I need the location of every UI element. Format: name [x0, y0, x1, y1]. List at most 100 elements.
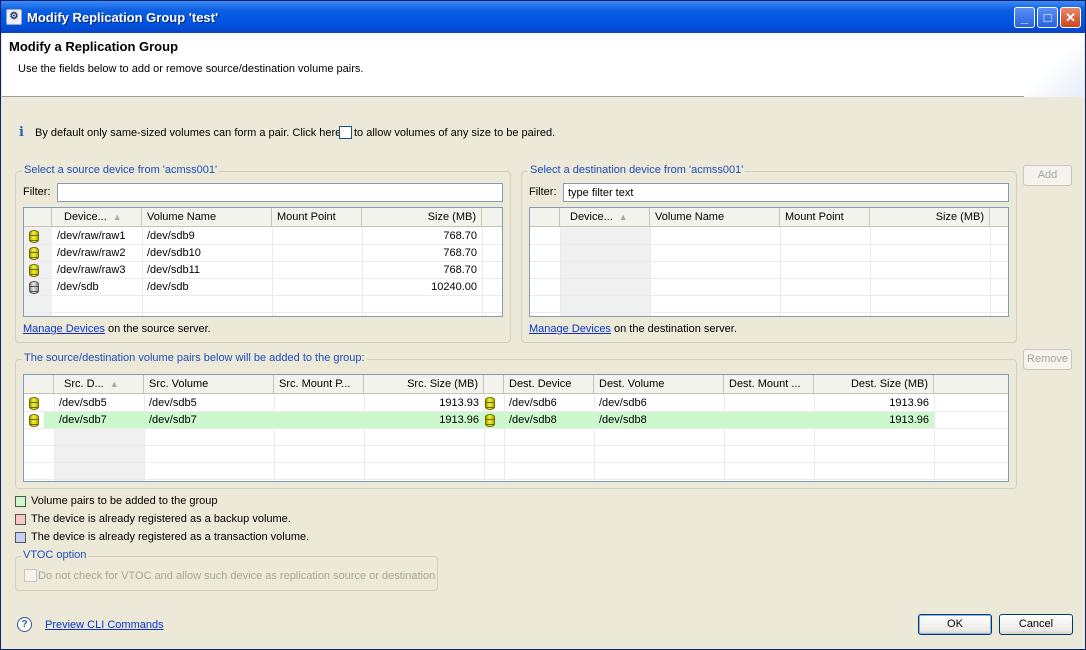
legend-swatch-red	[15, 514, 26, 525]
cell-size: 10240.00	[431, 281, 477, 293]
cell-size: 768.70	[443, 230, 477, 242]
cell-dest-device: /dev/sdb8	[509, 414, 557, 426]
volume-pairs-group: The source/destination volume pairs belo…	[15, 352, 1017, 489]
col-mount-header[interactable]: Mount Point	[780, 208, 870, 227]
cell-src-volume: /dev/sdb7	[149, 414, 197, 426]
source-manage-note: Manage Devices on the source server.	[23, 323, 211, 335]
col-dest-size-header[interactable]: Dest. Size (MB)	[814, 375, 934, 394]
preview-cli-commands-link[interactable]: Preview CLI Commands	[45, 619, 164, 631]
cell-volume: /dev/sdb11	[147, 264, 201, 276]
table-row	[530, 262, 1008, 279]
cell-device: /dev/raw/raw2	[57, 247, 126, 259]
pairs-group-label: The source/destination volume pairs belo…	[22, 352, 367, 364]
dest-database-icon	[485, 397, 495, 410]
table-row[interactable]: /dev/raw/raw2 /dev/sdb10 768.70	[24, 245, 502, 262]
banner-decoration	[1024, 41, 1084, 97]
cell-dest-size: 1913.96	[889, 414, 929, 426]
page-description: Use the fields below to add or remove so…	[18, 63, 364, 75]
dialog-window: ⚙ Modify Replication Group 'test' _ □ ✕ …	[0, 0, 1086, 650]
col-volume-header[interactable]: Volume Name	[142, 208, 272, 227]
col-mount-header[interactable]: Mount Point	[272, 208, 362, 227]
cell-dest-size: 1913.96	[889, 397, 929, 409]
source-filter-label: Filter:	[23, 186, 51, 198]
sort-up-icon: ▲	[109, 379, 119, 389]
page-title: Modify a Replication Group	[9, 39, 179, 54]
col-src-mount-header[interactable]: Src. Mount P...	[274, 375, 364, 394]
info-text-before: By default only same-sized volumes can f…	[35, 127, 342, 139]
table-row[interactable]: /dev/raw/raw1 /dev/sdb9 768.70	[24, 228, 502, 245]
cell-src-device: /dev/sdb5	[59, 397, 107, 409]
close-button[interactable]: ✕	[1060, 7, 1081, 28]
remove-button[interactable]: Remove	[1023, 349, 1072, 370]
cell-src-size: 1913.93	[439, 397, 479, 409]
sort-up-icon: ▲	[112, 212, 122, 222]
cell-mount	[272, 279, 362, 296]
col-size-header[interactable]: Size (MB)	[362, 208, 482, 227]
header-banner: Modify a Replication Group Use the field…	[2, 33, 1084, 97]
app-icon: ⚙	[6, 9, 22, 25]
cell-volume: /dev/sdb10	[147, 247, 201, 259]
destination-filter-input[interactable]	[563, 183, 1009, 202]
col-device-header[interactable]: Device... ▲	[52, 208, 142, 227]
help-icon[interactable]: ?	[17, 617, 32, 632]
cell-dest-volume: /dev/sdb6	[599, 397, 647, 409]
col-dest-device-header[interactable]: Dest. Device	[504, 375, 594, 394]
vtoc-option-group: VTOC option Do not check for VTOC and al…	[15, 549, 438, 591]
table-row	[530, 296, 1008, 313]
destination-filter-label: Filter:	[529, 186, 557, 198]
cell-size: 768.70	[443, 247, 477, 259]
cell-device: /dev/raw/raw3	[57, 264, 126, 276]
col-src-device-header[interactable]: Src. D... ▲	[54, 375, 144, 394]
destination-device-table: Device... ▲ Volume Name Mount Point Size …	[529, 207, 1009, 317]
cell-src-mount	[274, 412, 364, 429]
col-device-header[interactable]: Device... ▲	[560, 208, 650, 227]
col-dest-mount-header[interactable]: Dest. Mount ...	[724, 375, 814, 394]
source-device-table: Device... ▲ Volume Name Mount Point Size …	[23, 207, 503, 317]
destination-manage-suffix: on the destination server.	[614, 323, 737, 335]
table-row[interactable]: /dev/raw/raw3 /dev/sdb11 768.70	[24, 262, 502, 279]
info-text-after: to allow volumes of any size to be paire…	[354, 127, 556, 139]
title-bar: ⚙ Modify Replication Group 'test' _ □ ✕	[1, 1, 1085, 33]
table-row	[24, 429, 1008, 446]
source-table-header: Device... ▲ Volume Name Mount Point Size …	[24, 208, 502, 227]
cancel-button[interactable]: Cancel	[999, 614, 1073, 635]
icon-column-header	[530, 208, 560, 227]
cell-dest-mount	[724, 412, 814, 429]
vtoc-checkbox[interactable]	[24, 569, 37, 582]
source-filter-input[interactable]	[57, 183, 503, 202]
minimize-button[interactable]: _	[1014, 7, 1035, 28]
cell-src-size: 1913.96	[439, 414, 479, 426]
source-group-label: Select a source device from 'acmss001'	[22, 164, 220, 176]
cell-device: /dev/sdb	[57, 281, 99, 293]
cell-dest-mount	[724, 395, 814, 412]
cell-dest-volume: /dev/sdb8	[599, 414, 647, 426]
table-row-highlighted[interactable]: /dev/sdb7 /dev/sdb7 1913.96 /dev/sdb8 /d…	[24, 412, 1008, 429]
table-row	[24, 296, 502, 313]
col-device-label: Device...	[64, 211, 107, 223]
legend-swatch-blue	[15, 532, 26, 543]
cell-volume: /dev/sdb	[147, 281, 189, 293]
col-volume-header[interactable]: Volume Name	[650, 208, 780, 227]
col-size-header[interactable]: Size (MB)	[870, 208, 990, 227]
cell-volume: /dev/sdb9	[147, 230, 195, 242]
add-button[interactable]: Add	[1023, 165, 1072, 186]
icon-column-header	[24, 375, 54, 394]
table-row	[24, 463, 1008, 480]
legend-text: The device is already registered as a ba…	[31, 513, 291, 525]
source-manage-devices-link[interactable]: Manage Devices	[23, 323, 105, 335]
table-row[interactable]: /dev/sdb5 /dev/sdb5 1913.93 /dev/sdb6 /d…	[24, 395, 1008, 412]
col-device-label: Device...	[570, 211, 613, 223]
destination-manage-devices-link[interactable]: Manage Devices	[529, 323, 611, 335]
src-database-icon	[29, 414, 39, 427]
col-dest-volume-header[interactable]: Dest. Volume	[594, 375, 724, 394]
table-row[interactable]: /dev/sdb /dev/sdb 10240.00	[24, 279, 502, 296]
ok-button[interactable]: OK	[918, 614, 992, 635]
col-src-volume-header[interactable]: Src. Volume	[144, 375, 274, 394]
maximize-button[interactable]: □	[1037, 7, 1058, 28]
col-src-device-label: Src. D...	[64, 378, 104, 390]
table-row	[530, 245, 1008, 262]
allow-any-size-checkbox[interactable]	[339, 126, 352, 139]
vtoc-group-label: VTOC option	[21, 549, 89, 561]
col-src-size-header[interactable]: Src. Size (MB)	[364, 375, 484, 394]
table-row	[530, 228, 1008, 245]
